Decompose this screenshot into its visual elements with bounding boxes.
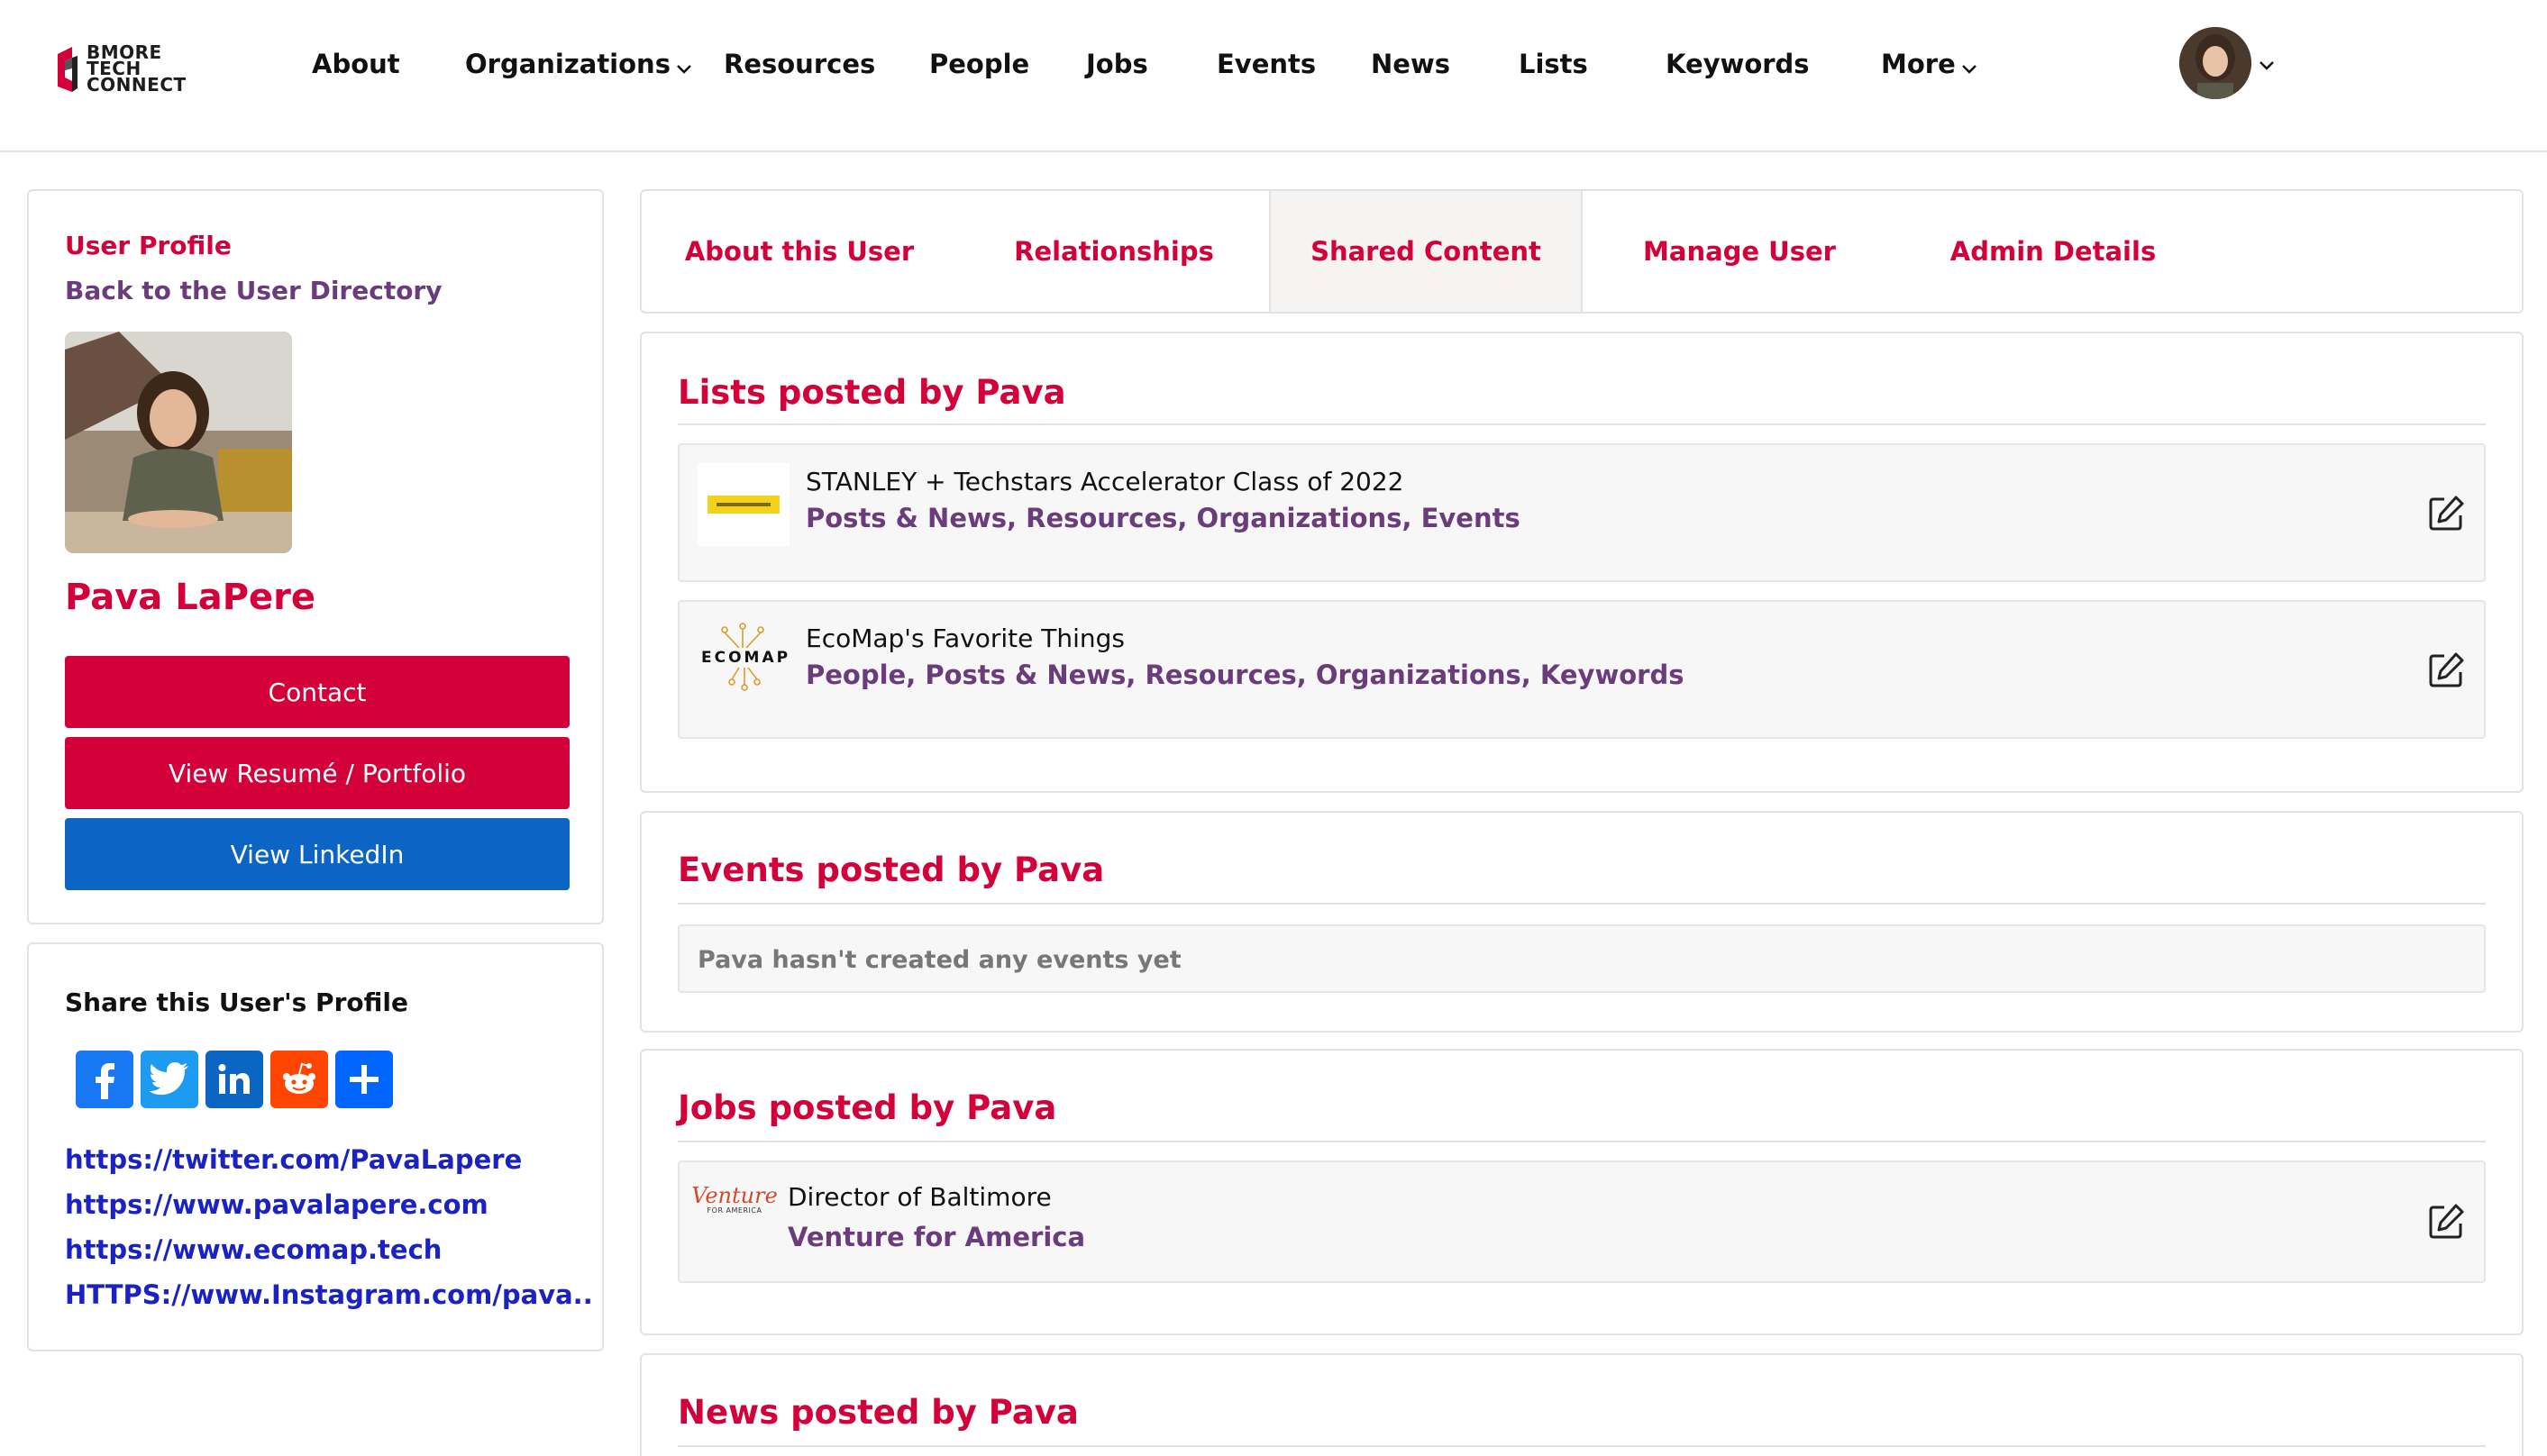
nav-more-label: More: [1881, 49, 1956, 79]
job-item[interactable]: Venture FOR AMERICA Director of Baltimor…: [678, 1160, 2486, 1283]
events-section-title: Events posted by Pava: [678, 851, 1105, 889]
lists-section: Lists posted by Pava STANLEY + Techstars…: [640, 332, 2524, 793]
user-profile-label: User Profile: [65, 231, 232, 260]
account-chevron-down-icon[interactable]: [2259, 58, 2275, 75]
chevron-down-icon: [676, 50, 692, 81]
list-item-tags: Posts & News, Resources, Organizations, …: [806, 503, 1520, 533]
tab-about-this-user[interactable]: About this User: [642, 191, 957, 312]
profile-tabs: About this User Relationships Shared Con…: [640, 189, 2524, 314]
ecomap-link[interactable]: https://www.ecomap.tech: [65, 1227, 593, 1272]
twitter-link[interactable]: https://twitter.com/PavaLapere: [65, 1137, 593, 1182]
tab-label: About this User: [684, 236, 915, 267]
share-icon-row: [76, 1051, 393, 1108]
list-item-tags: People, Posts & News, Resources, Organiz…: [806, 660, 1684, 690]
facebook-icon[interactable]: [76, 1051, 133, 1108]
user-avatar[interactable]: [2179, 27, 2251, 99]
no-events-message: Pava hasn't created any events yet: [698, 946, 1182, 974]
list-item[interactable]: STANLEY + Techstars Accelerator Class of…: [678, 443, 2486, 582]
vfa-logo-subtext: FOR AMERICA: [707, 1206, 762, 1215]
nav-jobs[interactable]: Jobs: [1086, 49, 1148, 79]
bmore-tech-connect-logo[interactable]: BMORE TECH CONNECT: [52, 40, 196, 97]
news-section: News posted by Pava: [640, 1353, 2524, 1456]
linkedin-icon[interactable]: [205, 1051, 263, 1108]
contact-button[interactable]: Contact: [65, 656, 570, 728]
nav-people-label: People: [929, 49, 1030, 79]
nav-jobs-label: Jobs: [1086, 49, 1148, 79]
tab-relationships[interactable]: Relationships: [957, 191, 1271, 312]
tab-label: Admin Details: [1949, 236, 2157, 267]
profile-name: Pava LaPere: [65, 577, 316, 618]
tab-label: Shared Content: [1310, 236, 1541, 267]
nav-resources[interactable]: Resources: [724, 49, 875, 79]
nav-news-label: News: [1371, 49, 1450, 79]
logo-text: BMORE TECH CONNECT: [87, 43, 187, 96]
section-divider: [678, 1445, 2486, 1447]
news-section-title: News posted by Pava: [678, 1393, 1079, 1432]
view-linkedin-button[interactable]: View LinkedIn: [65, 818, 570, 890]
share-title: Share this User's Profile: [65, 987, 408, 1017]
chevron-down-icon: [1961, 50, 1977, 81]
section-divider: [678, 903, 2486, 905]
reddit-icon[interactable]: [270, 1051, 328, 1108]
share-plus-icon[interactable]: [335, 1051, 393, 1108]
venture-for-america-logo: Venture FOR AMERICA: [691, 1177, 778, 1222]
nav-keywords[interactable]: Keywords: [1666, 49, 1810, 79]
nav-lists-label: Lists: [1519, 49, 1588, 79]
job-organization[interactable]: Venture for America: [788, 1222, 1085, 1252]
empty-events-box: Pava hasn't created any events yet: [678, 924, 2486, 993]
profile-photo: [65, 332, 292, 553]
logo-line-3: CONNECT: [87, 74, 187, 96]
twitter-icon[interactable]: [141, 1051, 198, 1108]
events-section: Events posted by Pava Pava hasn't create…: [640, 811, 2524, 1033]
edit-icon[interactable]: [2426, 651, 2466, 690]
nav-resources-label: Resources: [724, 49, 876, 79]
ecomap-logo-text: ECOMAP: [701, 649, 791, 667]
edit-icon[interactable]: [2426, 494, 2466, 533]
view-resume-button[interactable]: View Resumé / Portfolio: [65, 737, 570, 809]
nav-keywords-label: Keywords: [1666, 49, 1810, 79]
nav-about-label: About: [312, 49, 400, 79]
edit-icon[interactable]: [2426, 1202, 2466, 1242]
section-divider: [678, 423, 2486, 425]
job-title[interactable]: Director of Baltimore: [788, 1182, 1052, 1212]
profile-card: User Profile Back to the User Directory …: [27, 189, 604, 924]
tab-manage-user[interactable]: Manage User: [1583, 191, 1896, 312]
nav-organizations-label: Organizations: [465, 49, 671, 79]
back-to-directory-link[interactable]: Back to the User Directory: [65, 276, 443, 305]
vfa-logo-text: Venture: [691, 1182, 778, 1208]
nav-people[interactable]: People: [929, 49, 1029, 79]
nav-lists[interactable]: Lists: [1519, 49, 1588, 79]
share-profile-card: Share this User's Profile https://twitte…: [27, 942, 604, 1351]
list-item[interactable]: ECOMAP EcoMap's Favorite Things People, …: [678, 600, 2486, 739]
tab-shared-content[interactable]: Shared Content: [1269, 191, 1583, 312]
top-navigation-bar: BMORE TECH CONNECT About Organizations R…: [0, 0, 2547, 152]
tab-label: Relationships: [1014, 236, 1214, 267]
logo-mark-icon: [52, 41, 79, 96]
jobs-section-title: Jobs posted by Pava: [678, 1088, 1057, 1127]
instagram-link[interactable]: HTTPS://www.Instagram.com/pava..: [65, 1272, 593, 1317]
nav-organizations[interactable]: Organizations: [465, 49, 692, 81]
nav-events[interactable]: Events: [1217, 49, 1316, 79]
nav-news[interactable]: News: [1371, 49, 1450, 79]
website-link[interactable]: https://www.pavalapere.com: [65, 1182, 593, 1227]
section-divider: [678, 1141, 2486, 1142]
jobs-section: Jobs posted by Pava Venture FOR AMERICA …: [640, 1049, 2524, 1335]
nav-events-label: Events: [1217, 49, 1317, 79]
lists-section-title: Lists posted by Pava: [678, 373, 1066, 412]
profile-links: https://twitter.com/PavaLapere https://w…: [65, 1137, 593, 1317]
tab-admin-details[interactable]: Admin Details: [1896, 191, 2210, 312]
stanley-techstars-logo: [698, 463, 790, 546]
list-item-name[interactable]: STANLEY + Techstars Accelerator Class of…: [806, 467, 1403, 496]
tab-label: Manage User: [1643, 236, 1836, 267]
ecomap-logo: ECOMAP: [698, 613, 790, 705]
nav-more[interactable]: More: [1881, 49, 1977, 81]
list-item-name[interactable]: EcoMap's Favorite Things: [806, 623, 1125, 653]
nav-about[interactable]: About: [312, 49, 400, 79]
